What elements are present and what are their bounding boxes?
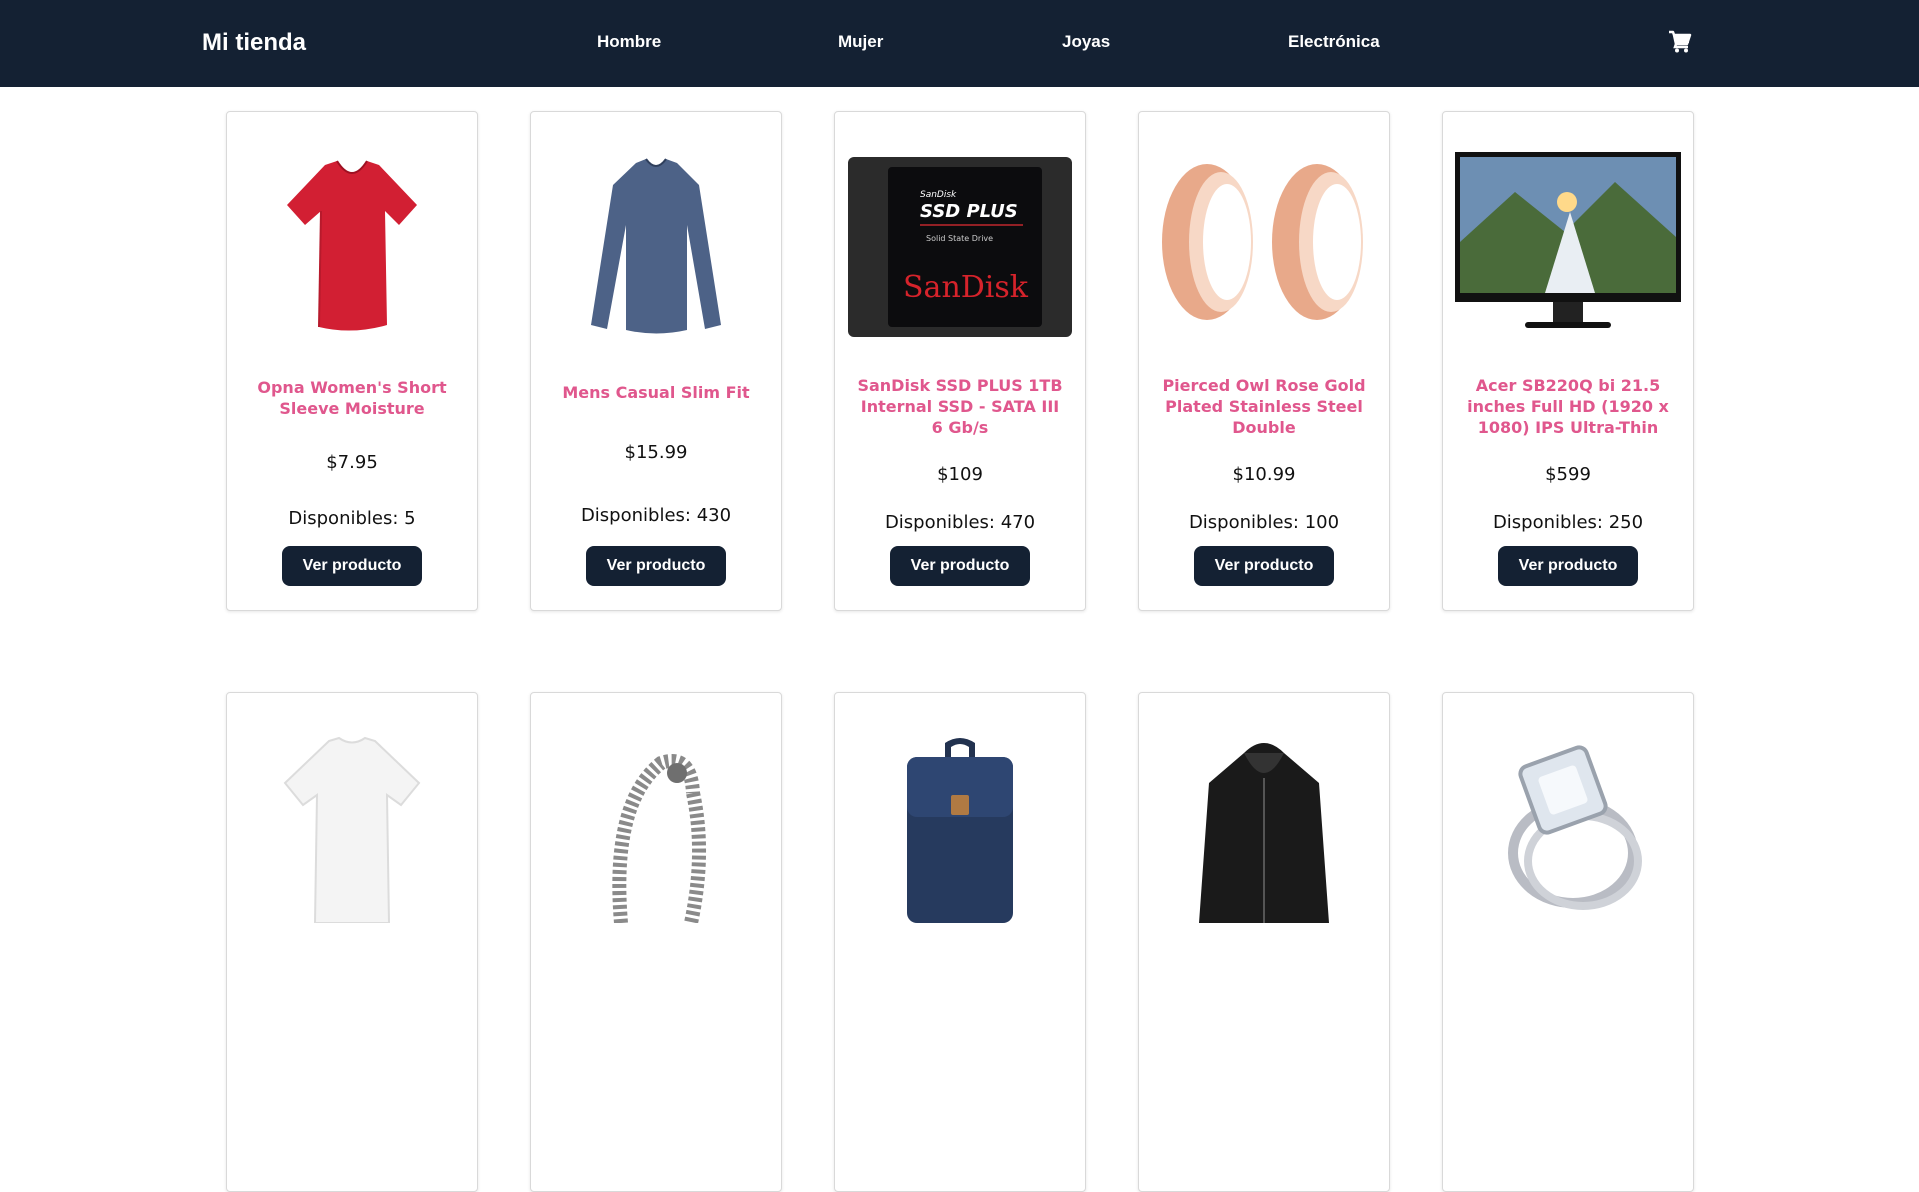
product-title[interactable]: Pierced Owl Rose Gold Plated Stainless S… [1159, 375, 1369, 438]
view-product-button[interactable]: Ver producto [1498, 546, 1638, 586]
blue-long-sleeve-shirt-image [541, 152, 771, 342]
product-card: Acer SB220Q bi 21.5 inches Full HD (1920… [1442, 111, 1694, 611]
product-title[interactable]: Mens Casual Slim Fit [551, 382, 761, 403]
product-title[interactable]: SanDisk SSD PLUS 1TB Internal SSD - SATA… [855, 375, 1065, 438]
brand-title[interactable]: Mi tienda [202, 29, 306, 57]
product-card: Opna Women's Short Sleeve Moisture $7.95… [226, 111, 478, 611]
sandisk-ssd-image: SanDisk SSD PLUS Solid State Drive SanDi… [845, 152, 1075, 342]
navy-backpack-image [845, 733, 1075, 923]
red-tshirt-image [237, 152, 467, 342]
product-price: $599 [1545, 464, 1591, 485]
white-tshirt-image [237, 733, 467, 923]
acer-monitor-image [1453, 152, 1683, 342]
diamond-ring-image [1453, 733, 1683, 923]
nav-link-hombre[interactable]: Hombre [597, 32, 661, 52]
view-product-button[interactable]: Ver producto [282, 546, 422, 586]
shopping-cart-icon[interactable] [1668, 30, 1692, 54]
product-stock: Disponibles: 250 [1492, 512, 1644, 533]
product-card: Pierced Owl Rose Gold Plated Stainless S… [1138, 111, 1390, 611]
product-price: $15.99 [624, 442, 688, 463]
black-leather-jacket-image [1149, 733, 1379, 923]
product-title[interactable]: Opna Women's Short Sleeve Moisture [247, 377, 457, 419]
svg-text:Solid State Drive: Solid State Drive [926, 234, 993, 243]
product-stock: Disponibles: 470 [884, 512, 1036, 533]
product-card [530, 692, 782, 1192]
product-card [226, 692, 478, 1192]
top-navbar: Mi tienda Hombre Mujer Joyas Electrónica [0, 0, 1919, 87]
view-product-button[interactable]: Ver producto [586, 546, 726, 586]
rose-gold-plugs-image [1149, 152, 1379, 342]
view-product-button[interactable]: Ver producto [1194, 546, 1334, 586]
product-stock: Disponibles: 430 [580, 505, 732, 526]
nav-link-mujer[interactable]: Mujer [838, 32, 883, 52]
product-card [1138, 692, 1390, 1192]
svg-text:SanDisk: SanDisk [903, 270, 1029, 305]
product-card [834, 692, 1086, 1192]
nav-link-electronica[interactable]: Electrónica [1288, 32, 1380, 52]
view-product-button[interactable]: Ver producto [890, 546, 1030, 586]
product-title[interactable]: Acer SB220Q bi 21.5 inches Full HD (1920… [1463, 375, 1673, 438]
silver-bracelet-image [541, 733, 771, 923]
product-stock: Disponibles: 5 [288, 508, 416, 529]
product-card: SanDisk SSD PLUS Solid State Drive SanDi… [834, 111, 1086, 611]
product-card [1442, 692, 1694, 1192]
product-price: $10.99 [1232, 464, 1296, 485]
product-stock: Disponibles: 100 [1188, 512, 1340, 533]
svg-text:SanDisk: SanDisk [920, 190, 957, 200]
svg-text:SSD PLUS: SSD PLUS [920, 201, 1018, 222]
product-card: Mens Casual Slim Fit $15.99 Disponibles:… [530, 111, 782, 611]
product-price: $109 [937, 464, 983, 485]
nav-link-joyas[interactable]: Joyas [1062, 32, 1110, 52]
product-price: $7.95 [326, 452, 378, 473]
